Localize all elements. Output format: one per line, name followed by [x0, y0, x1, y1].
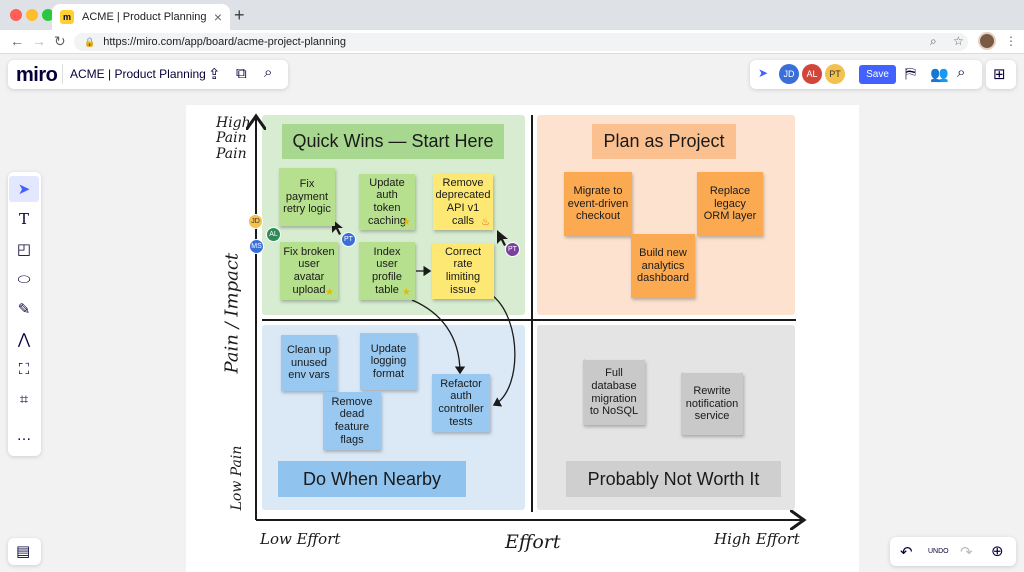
pen-tool-icon[interactable]: ✎	[9, 296, 39, 322]
crop-tool-icon[interactable]: ⌗	[9, 386, 39, 412]
sticky-note-tool-icon[interactable]: ◰	[9, 236, 39, 262]
shapes-tool-icon[interactable]: ⬭	[9, 266, 39, 292]
star-icon: ★	[325, 287, 334, 298]
layers-icon[interactable]: ⧉	[236, 65, 247, 82]
plan-project-title[interactable]: Plan as Project	[592, 124, 736, 159]
sticky-note-rewrite-notif[interactable]: Rewrite notification service	[681, 373, 743, 435]
close-window-button[interactable]	[10, 9, 22, 21]
sticky-note-refactor-auth[interactable]: Refactor auth controller tests	[432, 374, 490, 432]
board-search-icon[interactable]: ⌕	[957, 64, 965, 81]
share-upload-icon[interactable]: ⇪	[208, 65, 221, 83]
tab-title: ACME | Product Planning - Miro	[82, 11, 210, 23]
star-icon: ★	[402, 287, 411, 298]
collaborator-avatar-jd[interactable]: JD	[779, 64, 799, 84]
sticky-note-update-logging[interactable]: Update logging format	[360, 333, 417, 390]
sticky-note-remove-flags[interactable]: Remove dead feature flags	[323, 392, 381, 450]
cursor-badge-jd: JD	[248, 214, 263, 229]
sticky-note-migrate-event[interactable]: Migrate to event-driven checkout	[564, 172, 632, 236]
sticky-note-rate-limit[interactable]: Correct rate limiting issue	[432, 243, 494, 299]
bookmark-star-icon[interactable]: ☆	[953, 34, 964, 48]
text-tool-icon[interactable]: T	[9, 206, 39, 232]
undo-icon[interactable]: ↶	[900, 543, 913, 561]
zoom-in-icon[interactable]: ⊕	[991, 542, 1004, 560]
lock-icon: 🔒	[84, 36, 96, 47]
miro-logo[interactable]: miro	[16, 64, 58, 87]
sticky-note-nosql[interactable]: Full database migration to NoSQL	[583, 360, 645, 425]
cursor-follow-icon[interactable]: ➤	[758, 66, 768, 80]
cursor-badge-pt: PT	[341, 232, 356, 247]
collaborator-avatar-pt[interactable]: PT	[825, 64, 845, 84]
x-axis-title: Effort	[505, 531, 561, 553]
cursor-badge-al: AL	[266, 227, 281, 242]
url-field[interactable]: 🔒 https://miro.com/app/board/acme-projec…	[74, 33, 968, 51]
not-worth-title[interactable]: Probably Not Worth It	[566, 461, 781, 497]
cursor-badge-pt: PT	[505, 242, 520, 257]
cursor-badge-ms: MS	[249, 239, 264, 254]
browser-menu-icon[interactable]: ⋮	[1005, 34, 1017, 48]
x-axis-low-label: Low Effort	[260, 530, 341, 548]
x-axis-high-label: High Effort	[714, 530, 800, 548]
profile-avatar[interactable]	[978, 32, 996, 50]
undo-label[interactable]: UNDO	[928, 548, 949, 555]
redo-icon[interactable]: ↷	[960, 543, 973, 561]
address-bar-row: ← → ↻ 🔒 https://miro.com/app/board/acme-…	[0, 30, 1024, 54]
sticky-note-replace-orm[interactable]: Replace legacy ORM layer	[697, 172, 763, 236]
connector-tool-icon[interactable]: ⋀	[9, 326, 39, 352]
fire-icon: ♨	[481, 217, 490, 228]
sticky-note-fix-payment[interactable]: Fix payment retry logic	[279, 168, 335, 226]
sticky-note-clean-env[interactable]: Clean up unused env vars	[281, 335, 337, 391]
apps-grid-icon[interactable]: ⊞	[993, 65, 1006, 83]
back-icon[interactable]: ←	[10, 33, 24, 49]
sticky-note-analytics[interactable]: Build new analytics dashboard	[631, 234, 695, 298]
browser-tab[interactable]: m ACME | Product Planning - Miro ×	[52, 4, 230, 30]
celebrate-icon[interactable]: ⛿	[905, 65, 916, 82]
sidebar-panel-icon[interactable]: ▤	[16, 542, 30, 560]
quick-wins-title[interactable]: Quick Wins — Start Here	[282, 124, 504, 159]
browser-tab-bar: m ACME | Product Planning - Miro × +	[0, 0, 1024, 30]
minimize-window-button[interactable]	[26, 9, 38, 21]
more-tools-icon[interactable]: …	[9, 422, 39, 448]
forward-icon[interactable]: →	[32, 33, 46, 49]
zoom-icon[interactable]: ⌕	[930, 34, 937, 49]
y-axis-high-label: High Pain Pain	[216, 115, 251, 162]
tab-close-icon[interactable]: ×	[214, 9, 222, 25]
share-users-icon[interactable]: 👥	[930, 65, 949, 83]
do-when-nearby-title[interactable]: Do When Nearby	[278, 461, 466, 497]
new-tab-icon[interactable]: +	[234, 5, 245, 26]
divider	[62, 64, 63, 84]
collaborator-avatar-al[interactable]: AL	[802, 64, 822, 84]
y-axis-title: Pain / Impact	[221, 252, 243, 374]
save-button[interactable]: Save	[859, 65, 896, 84]
url-text: https://miro.com/app/board/acme-project-…	[103, 36, 346, 48]
search-icon[interactable]: ⌕	[264, 64, 272, 81]
star-icon: ★	[402, 217, 411, 228]
miro-favicon-icon: m	[60, 10, 74, 24]
frame-tool-icon[interactable]: ⛶	[9, 356, 39, 382]
reload-icon[interactable]: ↻	[54, 33, 66, 50]
select-tool-icon[interactable]: ➤	[9, 176, 39, 202]
board-title[interactable]: ACME | Product Planning	[70, 67, 206, 81]
y-axis-low-label: Low Pain	[229, 445, 245, 511]
